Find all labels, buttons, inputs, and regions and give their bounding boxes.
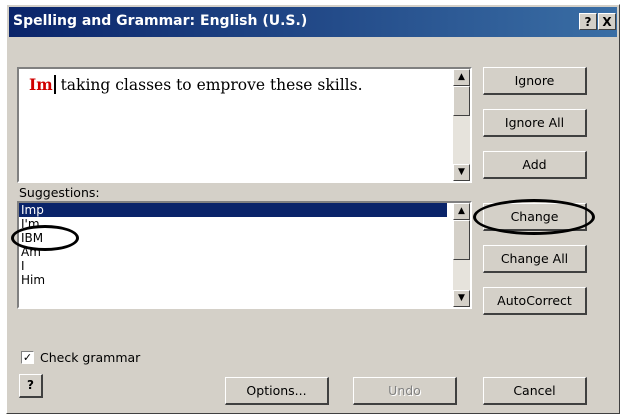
options-button[interactable]: Options... — [225, 377, 329, 405]
ignore-all-button[interactable]: Ignore All — [483, 109, 587, 137]
scroll-thumb[interactable] — [453, 220, 470, 260]
close-button[interactable]: X — [598, 13, 616, 30]
scroll-up-arrow-icon[interactable]: ▲ — [453, 69, 470, 86]
sentence-text: Im taking classes to emprove these skill… — [29, 75, 363, 94]
suggestions-label: Suggestions: — [19, 185, 100, 200]
suggestion-item[interactable]: I'm — [19, 217, 447, 231]
suggestion-item[interactable]: Am — [19, 245, 447, 259]
spelling-grammar-dialog: Spelling and Grammar: English (U.S.) ? X… — [6, 4, 620, 414]
suggestions-list[interactable]: Imp I'm IBM Am I Him ▲ ▼ — [17, 201, 472, 309]
sentence-rest: taking classes to emprove these skills. — [55, 76, 363, 94]
suggestion-item[interactable]: Imp — [19, 203, 447, 217]
sentence-box[interactable]: Im taking classes to emprove these skill… — [17, 67, 472, 183]
autocorrect-button[interactable]: AutoCorrect — [483, 287, 587, 315]
suggestion-item[interactable]: Him — [19, 273, 447, 287]
check-grammar-label: Check grammar — [40, 350, 141, 365]
window-title: Spelling and Grammar: English (U.S.) — [13, 13, 308, 29]
help-title-button[interactable]: ? — [579, 13, 597, 30]
change-all-button[interactable]: Change All — [483, 245, 587, 273]
add-button[interactable]: Add — [483, 151, 587, 179]
scroll-thumb[interactable] — [453, 86, 470, 116]
help-book-icon[interactable]: ? — [19, 374, 43, 398]
title-bar: Spelling and Grammar: English (U.S.) ? X — [9, 7, 617, 37]
suggestions-scrollbar[interactable]: ▲ ▼ — [453, 203, 470, 307]
suggestion-annotation-circle — [11, 225, 79, 251]
suggestion-item[interactable]: IBM — [19, 231, 447, 245]
undo-button: Undo — [353, 377, 457, 405]
scroll-down-arrow-icon[interactable]: ▼ — [453, 290, 470, 307]
change-annotation-circle — [473, 199, 595, 235]
suggestion-item[interactable]: I — [19, 259, 447, 273]
scroll-up-arrow-icon[interactable]: ▲ — [453, 203, 470, 220]
scroll-down-arrow-icon[interactable]: ▼ — [453, 164, 470, 181]
ignore-button[interactable]: Ignore — [483, 67, 587, 95]
error-word[interactable]: Im — [29, 75, 56, 94]
cancel-button[interactable]: Cancel — [483, 377, 587, 405]
sentence-scrollbar[interactable]: ▲ ▼ — [453, 69, 470, 181]
check-grammar-checkbox[interactable]: ✓ — [21, 351, 34, 364]
